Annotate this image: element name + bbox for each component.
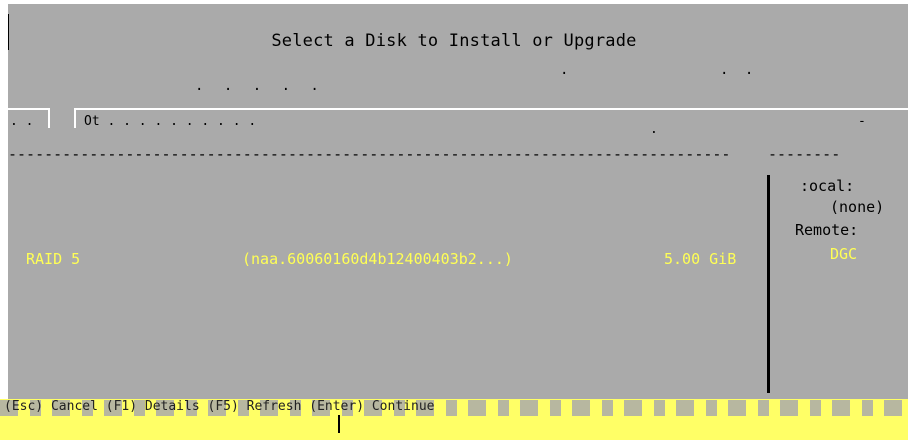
disk-name: RAID 5 <box>26 250 81 268</box>
dialog-title: Select a Disk to Install or Upgrade <box>271 31 637 51</box>
dialog-hint-left: . . . . . <box>195 78 325 94</box>
local-value: (none) <box>830 198 885 216</box>
installer-screen: Select a Disk to Install or Upgrade . . … <box>0 0 908 440</box>
table-separator-left: ----------------------------------------… <box>8 146 730 162</box>
disk-select-dialog <box>8 14 908 440</box>
top-strip <box>8 4 908 14</box>
column-header-1: . . <box>10 114 34 129</box>
dialog-hint-mid: . <box>560 62 569 78</box>
details-divider <box>767 175 770 393</box>
disk-identifier: (naa.60060160d4b12400403b2...) <box>242 250 513 268</box>
column-header-2: Ot . . . . . . . . . . <box>84 114 257 129</box>
column-header-dash: - <box>858 114 866 129</box>
dialog-hint-right: . . <box>720 62 758 78</box>
column-header-dot: . <box>650 122 658 137</box>
text-cursor <box>338 415 340 433</box>
local-label: :ocal: <box>800 177 855 195</box>
disk-capacity: 5.00 GiB <box>664 250 737 268</box>
remote-label: Remote: <box>795 221 859 239</box>
remote-value: DGC <box>830 245 858 263</box>
footer-key-hints[interactable]: (Esc) Cancel (F1) Details (F5) Refresh (… <box>4 399 904 414</box>
table-separator-right: -------- <box>768 146 841 162</box>
